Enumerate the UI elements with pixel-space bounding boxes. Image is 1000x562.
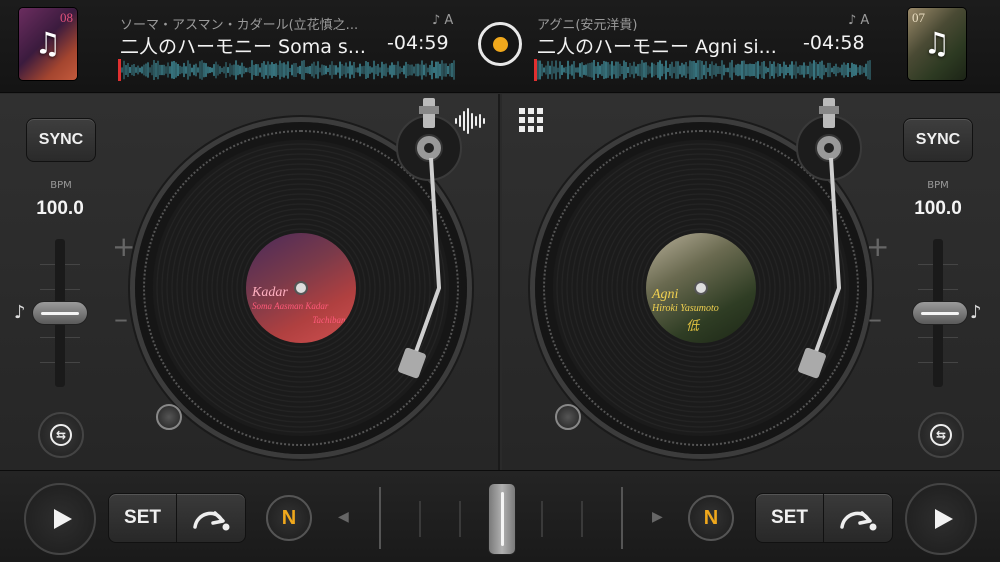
music-note-icon: ♪ [970, 302, 982, 323]
crossfader-right-arrow-icon: ▶ [652, 509, 663, 525]
music-note-icon: ♫ [923, 26, 951, 62]
cue-jump-icon [193, 511, 230, 531]
deck-b-artist: アグニ(安元洋貴) [537, 18, 638, 33]
deck-b-bpm-value: 100.0 [914, 198, 962, 219]
deck-b-cue-marker[interactable] [555, 404, 581, 430]
spindle [296, 283, 306, 293]
label-text: Tachibana [312, 315, 350, 325]
playhead-marker [534, 59, 537, 81]
deck-a-bpm-value: 100.0 [36, 198, 84, 219]
music-note-icon: ♪ [14, 302, 26, 323]
label-text: 低 [686, 318, 700, 333]
crossfader-handle[interactable] [488, 483, 516, 555]
deck-b-sampler-button[interactable]: N [688, 495, 734, 541]
play-icon [934, 509, 953, 529]
deck-b-pitch-plus[interactable]: + [866, 230, 889, 263]
deck-a-key: ♪ A [432, 13, 454, 28]
deck-b-set-cue-button[interactable]: SET [756, 494, 824, 542]
deck-a-set-cue-button[interactable]: SET [109, 494, 177, 542]
menu-button[interactable] [478, 22, 522, 66]
deck-b: Agni Hiroki Yasumoto 低 + – SYNC BPM 100.… [502, 94, 1000, 470]
deck-a-play-button[interactable] [24, 483, 96, 555]
crossfader-tick [419, 501, 421, 537]
deck-b-time: -04:58 [803, 32, 865, 54]
crossfader-tick [541, 501, 543, 537]
playhead-marker [118, 59, 121, 81]
crossfader-tick [581, 501, 583, 537]
deck-a-pitch-slider-handle[interactable] [32, 301, 88, 325]
deck-a-track-number: 08 [60, 10, 73, 25]
deck-a-sampler-button[interactable]: N [266, 495, 312, 541]
deck-b-tonearm[interactable] [795, 98, 875, 388]
deck-a-cue-marker[interactable] [156, 404, 182, 430]
cue-jump-icon [840, 511, 877, 531]
deck-a-title: 二人のハーモニー Soma s... [120, 36, 366, 58]
deck-a-time: -04:59 [387, 32, 449, 54]
menu-dot-icon [492, 36, 508, 52]
keylock-icon: ⇆ [930, 424, 952, 446]
crossfader-tick [621, 487, 623, 549]
deck-a-cue-jump-button[interactable] [177, 494, 245, 542]
deck-a-bpm-label: BPM [50, 180, 72, 191]
deck-a-waveform[interactable] [118, 59, 456, 81]
music-note-icon: ♫ [34, 26, 62, 62]
deck-a-tonearm[interactable] [395, 98, 475, 388]
deck-b-cue-controls: SET [755, 493, 893, 543]
deck-b-album-art[interactable]: 07 ♫ [908, 8, 966, 80]
deck-b-key: ♪ A [848, 13, 870, 28]
deck-a: SYNC BPM 100.0 ♪ + – ⇆ Kadar Soma Aasman… [0, 94, 500, 470]
label-text: Hiroki Yasumoto [652, 303, 719, 314]
play-icon [53, 509, 72, 529]
crossfader-left-arrow-icon: ◀ [338, 509, 349, 525]
top-bar: 08 ♫ ソーマ・アスマン・カダール(立花慎之... ♪ A 二人のハーモニー … [0, 0, 1000, 93]
deck-b-waveform[interactable] [534, 59, 872, 81]
deck-b-title: 二人のハーモニー Agni si... [537, 36, 777, 58]
deck-b-pitch-slider-handle[interactable] [912, 301, 968, 325]
deck-b-play-button[interactable] [905, 483, 977, 555]
deck-b-track-number: 07 [912, 10, 925, 25]
deck-b-bpm-label: BPM [927, 180, 949, 191]
grid-icon[interactable] [519, 108, 543, 132]
deck-a-sync-button[interactable]: SYNC [26, 118, 96, 162]
deck-a-cue-controls: SET [108, 493, 246, 543]
keylock-icon: ⇆ [50, 424, 72, 446]
deck-a-pitch-minus[interactable]: – [114, 302, 128, 335]
deck-b-cue-jump-button[interactable] [824, 494, 892, 542]
spindle [696, 283, 706, 293]
crossfader-tick [379, 487, 381, 549]
deck-a-pitch-plus[interactable]: + [112, 230, 135, 263]
bottom-bar: SET N ◀ ▶ N SET [0, 470, 1000, 562]
deck-b-sync-button[interactable]: SYNC [903, 118, 973, 162]
deck-a-artist: ソーマ・アスマン・カダール(立花慎之... [120, 18, 359, 33]
deck-b-pitch-minus[interactable]: – [868, 302, 882, 335]
deck-a-keylock-button[interactable]: ⇆ [38, 412, 84, 458]
crossfader-tick [459, 501, 461, 537]
deck-b-keylock-button[interactable]: ⇆ [918, 412, 964, 458]
deck-a-album-art[interactable]: 08 ♫ [19, 8, 77, 80]
label-text: Soma Aasman Kadar [252, 301, 329, 311]
